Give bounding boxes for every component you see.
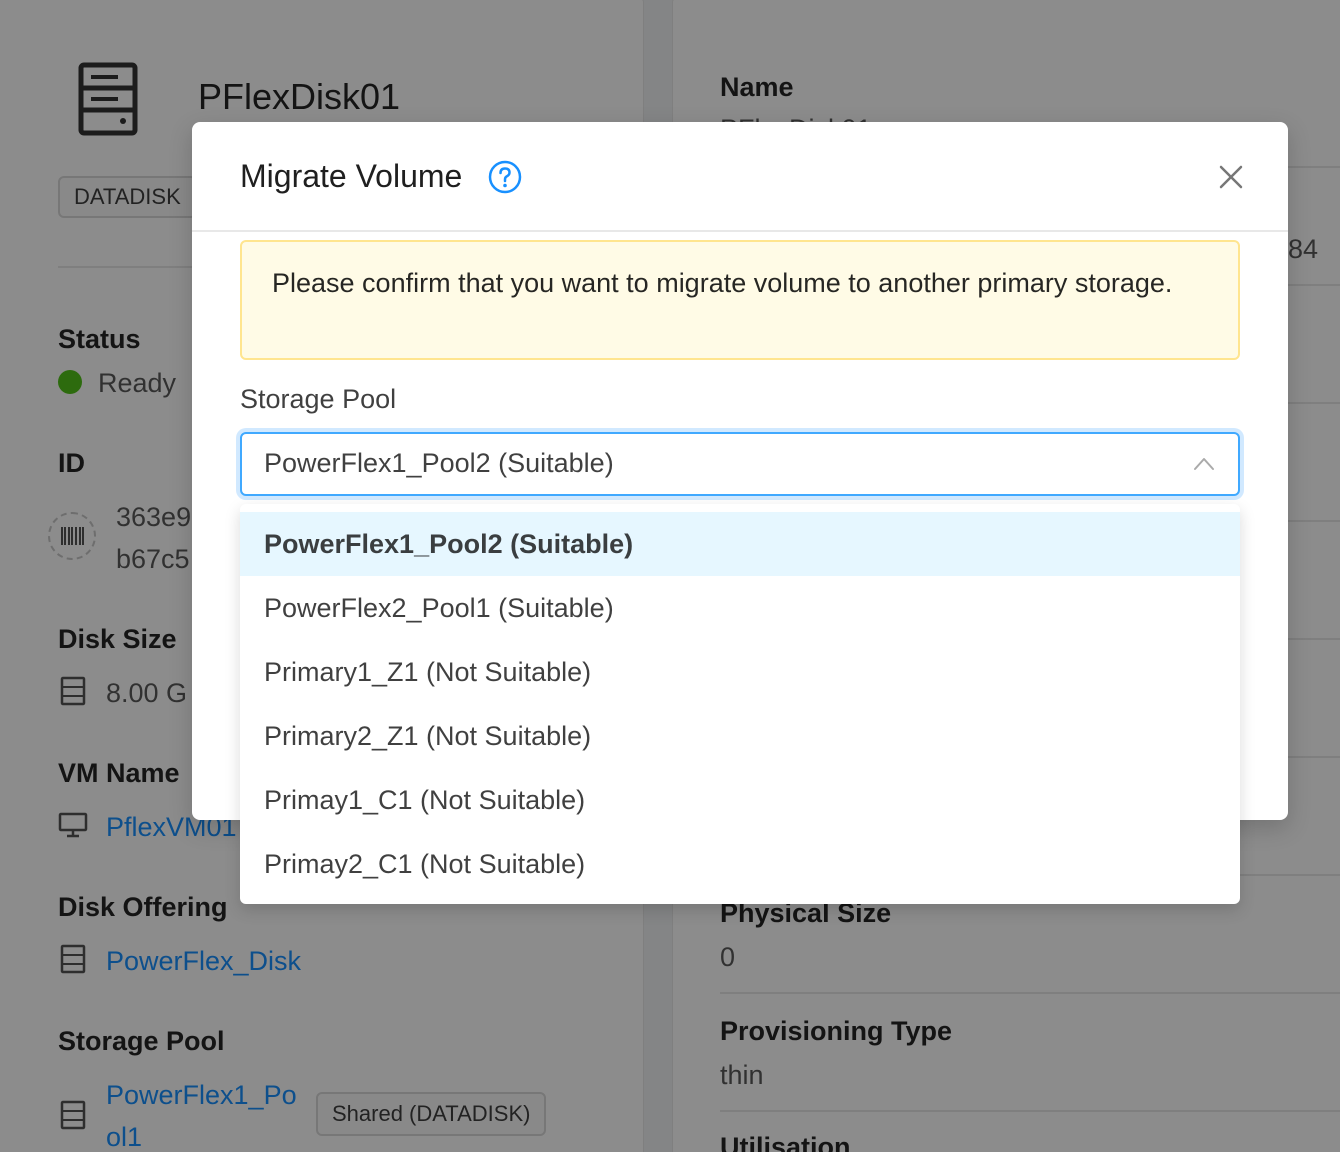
page: PFlexDisk01 DATADISK Status Ready ID 363… [0,0,1340,1152]
close-icon[interactable] [1216,162,1246,192]
storage-pool-select[interactable]: PowerFlex1_Pool2 (Suitable) [240,432,1240,496]
modal-title: Migrate Volume [240,158,463,194]
question-circle-icon[interactable] [488,160,522,194]
dropdown-option[interactable]: Primay1_C1 (Not Suitable) [240,768,1240,832]
storage-pool-dropdown: PowerFlex1_Pool2 (Suitable) PowerFlex2_P… [240,504,1240,904]
dropdown-option[interactable]: Primary2_Z1 (Not Suitable) [240,704,1240,768]
dropdown-option[interactable]: Primay2_C1 (Not Suitable) [240,832,1240,896]
chevron-up-icon [1194,458,1214,470]
modal-header: Migrate Volume [192,122,1288,232]
dropdown-option[interactable]: Primary1_Z1 (Not Suitable) [240,640,1240,704]
dropdown-option[interactable]: PowerFlex1_Pool2 (Suitable) [240,512,1240,576]
storage-pool-field-label: Storage Pool [240,384,397,414]
storage-pool-selected-value: PowerFlex1_Pool2 (Suitable) [264,448,614,478]
dropdown-option[interactable]: PowerFlex2_Pool1 (Suitable) [240,576,1240,640]
confirm-alert: Please confirm that you want to migrate … [240,240,1240,360]
